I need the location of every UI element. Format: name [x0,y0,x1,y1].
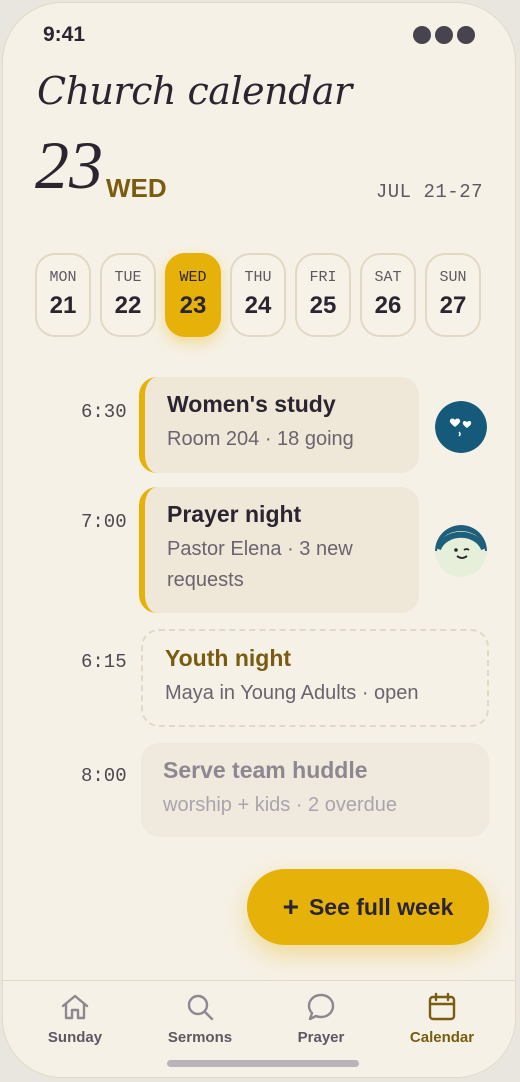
week-strip: MON 21 TUE 22 WED 23 THU 24 FRI 25 SAT 2… [35,253,481,337]
status-dot-icon [413,26,431,44]
day-number: 21 [49,292,77,319]
tab-sermons[interactable]: Sermons [150,991,250,1046]
day-number: 27 [439,292,467,319]
event-subtitle: worship + kids · 2 overdue [163,794,398,816]
tab-label: Sunday [47,1029,103,1046]
calendar-icon [428,992,456,1021]
plus-icon: + [282,891,299,922]
event-title: Women's study [167,391,336,417]
smile-avatar-icon [435,525,487,577]
event-time: 8:00 [81,765,127,787]
event-subtitle: Pastor Elena · 3 new requests [167,538,353,591]
tab-label: Calendar [409,1029,475,1046]
event-card-womens-study[interactable]: Women's study Room 204 · 18 going [139,377,419,473]
day-chip-thu[interactable]: THU 24 [230,253,286,337]
day-name: SAT [374,269,402,286]
event-title: Prayer night [167,501,302,527]
event-subtitle: Room 204 · 18 going [167,428,354,450]
page-title: Church calendar [37,69,352,113]
tab-label: Sermons [167,1029,233,1046]
tab-label: Prayer [297,1029,345,1046]
status-dot-icon [457,26,475,44]
day-name: WED [179,269,207,286]
home-indicator[interactable] [167,1060,359,1067]
day-number: 25 [309,292,337,319]
see-full-week-button[interactable]: + See full week [247,869,489,945]
day-name: MON [49,269,77,286]
day-chip-sat[interactable]: SAT 26 [360,253,416,337]
day-chip-mon[interactable]: MON 21 [35,253,91,337]
event-subtitle: Maya in Young Adults · open [165,682,419,704]
day-number: 24 [244,292,272,319]
hearts-avatar-icon [435,401,487,453]
tab-sunday[interactable]: Sunday [25,991,125,1046]
phone-frame: 9:41 Church calendar 23 WED JUL 21-27 MO… [2,2,516,1078]
week-range: JUL 21-27 [375,181,483,203]
selected-day-number: 23 [35,127,103,203]
day-name: THU [244,269,272,286]
day-name: FRI [309,269,337,286]
selected-day-name: WED [106,173,167,203]
event-time: 6:30 [81,401,127,423]
day-chip-fri[interactable]: FRI 25 [295,253,351,337]
day-chip-sun[interactable]: SUN 27 [425,253,481,337]
hearts-avatar[interactable] [435,401,487,453]
status-dot-icon [435,26,453,44]
search-icon [187,994,214,1021]
tab-calendar[interactable]: Calendar [392,991,492,1046]
status-icons [413,26,475,44]
event-time: 6:15 [81,651,127,673]
day-name: TUE [114,269,142,286]
event-time: 7:00 [81,511,127,533]
day-number: 22 [114,292,142,319]
day-chip-tue[interactable]: TUE 22 [100,253,156,337]
day-number: 23 [179,292,207,319]
day-name: SUN [439,269,467,286]
day-chip-wed[interactable]: WED 23 [165,253,221,337]
event-card-serve-team-huddle[interactable]: Serve team huddle worship + kids · 2 ove… [141,743,489,837]
smile-avatar[interactable] [435,525,487,577]
event-card-youth-night[interactable]: Youth night Maya in Young Adults · open [141,629,489,727]
chat-bubble-icon [307,993,335,1021]
see-full-week-label: See full week [308,893,454,920]
home-icon [61,994,89,1020]
event-title: Youth night [165,645,292,671]
event-card-prayer-night[interactable]: Prayer night Pastor Elena · 3 new reques… [139,487,419,613]
tab-prayer[interactable]: Prayer [271,991,371,1046]
status-time: 9:41 [43,23,86,46]
event-title: Serve team huddle [163,757,368,783]
day-number: 26 [374,292,402,319]
